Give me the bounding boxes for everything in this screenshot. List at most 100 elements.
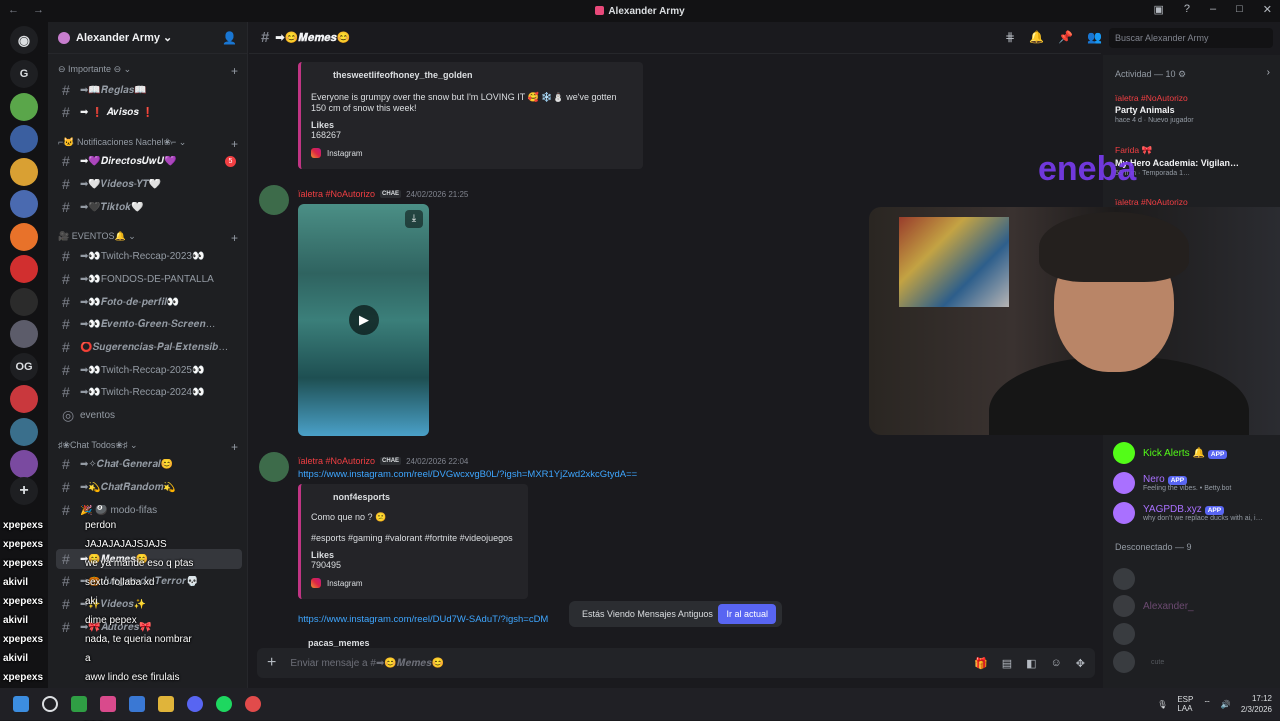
- server-icon[interactable]: [10, 255, 38, 283]
- clock[interactable]: 17:12 2/3/2026: [1241, 693, 1272, 715]
- add-channel-icon[interactable]: +: [231, 64, 238, 78]
- member-item[interactable]: [1113, 623, 1278, 645]
- inbox-icon[interactable]: ▣: [1153, 3, 1163, 16]
- channel-item[interactable]: # ➡👀Twitch-Reccap-2023👀: [56, 246, 242, 266]
- bell-icon[interactable]: 🔔: [1029, 30, 1044, 44]
- server-header[interactable]: Alexander Army ⌄ 👤: [48, 22, 247, 54]
- message-link[interactable]: https://www.instagram.com/reel/DUd7W-SAd…: [298, 614, 570, 625]
- member-item[interactable]: Alexander_: [1113, 595, 1278, 617]
- forum-icon: ◎: [62, 406, 75, 423]
- maximize-button[interactable]: □: [1236, 3, 1243, 16]
- help-icon[interactable]: ?: [1184, 3, 1190, 16]
- apps-icon[interactable]: ✥: [1076, 657, 1085, 670]
- member-item[interactable]: cute: [1113, 651, 1278, 673]
- add-server-icon[interactable]: +: [10, 477, 38, 505]
- language-indicator[interactable]: ESP LAA: [1177, 695, 1193, 713]
- channel-item[interactable]: # ⭕𝑺𝒖𝒈𝒆𝒓𝒆𝒏𝒄𝒊𝒂𝒔-𝑷𝒂𝒍-𝑬𝒙𝒕𝒆𝒏𝒔𝒊𝒃…: [56, 337, 242, 357]
- activity-card[interactable]: ïaletra #NoAutorizo Party Animals hace 4 d…: [1115, 93, 1275, 124]
- avatar[interactable]: [259, 452, 289, 482]
- instagram-embed: thesweetlifeofhoney_the_golden Everyone …: [298, 62, 643, 169]
- embed-author[interactable]: nonf4esports: [333, 492, 518, 502]
- channel-item[interactable]: # ➡💫𝑪𝒉𝒂𝒕𝑹𝒂𝒏𝒅𝒐𝒎💫: [56, 477, 242, 497]
- member-item[interactable]: [1113, 568, 1278, 590]
- app-icon[interactable]: [71, 696, 87, 712]
- folder-icon[interactable]: [158, 696, 174, 712]
- sticker-icon[interactable]: ◧: [1026, 657, 1036, 670]
- server-icon[interactable]: [10, 190, 38, 218]
- start-icon[interactable]: [13, 696, 29, 712]
- app-icon[interactable]: [245, 696, 261, 712]
- embed-author[interactable]: thesweetlifeofhoney_the_golden: [333, 70, 633, 80]
- mic-icon[interactable]: 🎙: [1157, 700, 1167, 709]
- channel-category[interactable]: ♯❀Chat Todos❀♯ ⌄ +: [58, 440, 238, 454]
- message-author[interactable]: ïaletra #NoAutorizo: [298, 189, 375, 199]
- add-attachment-icon[interactable]: +: [267, 654, 276, 672]
- channel-item[interactable]: # ➡👀𝑭𝒐𝒕𝒐-𝒅𝒆-𝒑𝒆𝒓𝒇𝒊𝒍👀: [56, 292, 242, 312]
- discord-icon[interactable]: [187, 696, 203, 712]
- channel-category[interactable]: 🎥 EVENTOS🔔 ⌄ +: [58, 231, 238, 245]
- server-icon[interactable]: OG: [10, 352, 38, 381]
- channel-item[interactable]: # ➡👀Twitch-Reccap-2024👀: [56, 382, 242, 402]
- member-item[interactable]: Nero APP Feeling the vibes. • Betty.bot: [1113, 472, 1278, 494]
- activity-card[interactable]: Farida 🎀 My Hero Academia: Vigilan… 58 min…: [1115, 145, 1275, 177]
- search-input[interactable]: Buscar Alexander Army: [1109, 28, 1273, 48]
- message-timestamp: 24/02/2026 22:04: [406, 456, 469, 466]
- close-button[interactable]: ✕: [1263, 3, 1272, 16]
- message-input[interactable]: Enviar mensaje a #➡😊𝑴𝒆𝒎𝒆𝒔😊: [290, 658, 444, 669]
- server-icon[interactable]: [10, 450, 38, 478]
- server-icon[interactable]: [10, 222, 38, 251]
- activity-name: ïaletra #NoAutorizo: [1115, 197, 1188, 207]
- message-link[interactable]: https://www.instagram.com/reel/DVGwcxvgB…: [298, 469, 637, 480]
- server-icon[interactable]: [10, 287, 38, 316]
- message-composer[interactable]: + Enviar mensaje a #➡😊𝑴𝒆𝒎𝒆𝒔😊 🎁 ▤ ◧ ☺ ✥: [257, 648, 1095, 678]
- server-icon[interactable]: [10, 385, 38, 413]
- channel-category[interactable]: ⌐🐱 Notificaciones Nachel❀⌐ ⌄ +: [58, 137, 238, 151]
- channel-item[interactable]: # ➡🤍𝑽𝒊𝒅𝒆𝒐𝒔-𝒀𝑻🤍: [56, 174, 242, 194]
- channel-item[interactable]: # ➡🖤𝑻𝒊𝒌𝒕𝒐𝒌🤍: [56, 197, 242, 217]
- server-icon[interactable]: [10, 125, 38, 153]
- channel-item[interactable]: # ➡💜𝑫𝒊𝒓𝒆𝒄𝒕𝒐𝒔𝑼𝒘𝑼💜 5: [56, 151, 242, 171]
- channel-item[interactable]: # ➡✧𝑪𝒉𝒂𝒕-𝑮𝒆𝒏𝒆𝒓𝒂𝒍😊: [56, 454, 242, 474]
- search-icon[interactable]: [42, 696, 58, 712]
- avatar[interactable]: [259, 185, 289, 215]
- channel-item[interactable]: # 🎉 🎱 modo-fifas: [56, 500, 242, 520]
- channel-item[interactable]: # ➡👀FONDOS-DE-PANTALLA: [56, 269, 242, 289]
- add-channel-icon[interactable]: +: [231, 231, 238, 245]
- member-item[interactable]: Kick Alerts 🔔 APP: [1113, 442, 1278, 464]
- member-item[interactable]: YAGPDB.xyz APP why don't we replace ducks …: [1113, 502, 1278, 524]
- message-author[interactable]: ïaletra #NoAutorizo: [298, 456, 375, 466]
- server-icon[interactable]: [10, 157, 38, 186]
- play-icon[interactable]: ▶: [349, 305, 379, 335]
- channel-item[interactable]: # ➡📖𝑹𝒆𝒈𝒍𝒂𝒔📖: [56, 80, 242, 100]
- channel-item[interactable]: # ➡👀Twitch-Reccap-2025👀: [56, 360, 242, 380]
- channel-item[interactable]: # ➡👀𝑬𝒗𝒆𝒏𝒕𝒐-𝑮𝒓𝒆𝒆𝒏-𝑺𝒄𝒓𝒆𝒆𝒏…: [56, 314, 242, 334]
- emoji-icon[interactable]: ☺: [1051, 657, 1062, 670]
- channel-item[interactable]: ◎ eventos: [56, 405, 242, 425]
- chevron-right-icon[interactable]: ›: [1267, 67, 1270, 78]
- app-icon[interactable]: [129, 696, 145, 712]
- channel-category[interactable]: ⊖ Importante ⊖ ⌄ +: [58, 64, 238, 78]
- discord-home-icon[interactable]: ◉: [10, 26, 38, 54]
- download-icon[interactable]: ⤓: [405, 210, 423, 228]
- gif-icon[interactable]: ▤: [1002, 657, 1012, 670]
- minimize-button[interactable]: –: [1210, 3, 1216, 16]
- server-icon[interactable]: [10, 417, 38, 446]
- add-channel-icon[interactable]: +: [231, 440, 238, 454]
- pin-icon[interactable]: 📌: [1058, 30, 1073, 44]
- server-icon[interactable]: G: [10, 60, 38, 88]
- spotify-icon[interactable]: [216, 696, 232, 712]
- channel-item[interactable]: # ➡✨𝑽𝒊𝒅𝒆𝒐𝒔✨: [56, 594, 242, 614]
- members-icon[interactable]: 👥: [1087, 30, 1102, 44]
- volume-icon[interactable]: 🔊: [1221, 700, 1231, 709]
- server-icon[interactable]: [10, 92, 38, 121]
- gift-icon[interactable]: 🎁: [974, 657, 988, 670]
- jump-to-present-button[interactable]: Ir al actual: [718, 604, 776, 624]
- video-attachment[interactable]: ⤓ ▶: [298, 204, 429, 436]
- add-channel-icon[interactable]: +: [231, 137, 238, 151]
- wifi-icon[interactable]: ⌔: [1203, 699, 1211, 709]
- invite-icon[interactable]: 👤: [222, 31, 237, 45]
- threads-icon[interactable]: ⋕: [1005, 30, 1015, 44]
- app-icon[interactable]: [100, 696, 116, 712]
- server-icon[interactable]: [10, 320, 38, 348]
- channel-item[interactable]: # ➡ ❗ 𝑨𝒗𝒊𝒔𝒐𝒔 ❗: [56, 102, 242, 122]
